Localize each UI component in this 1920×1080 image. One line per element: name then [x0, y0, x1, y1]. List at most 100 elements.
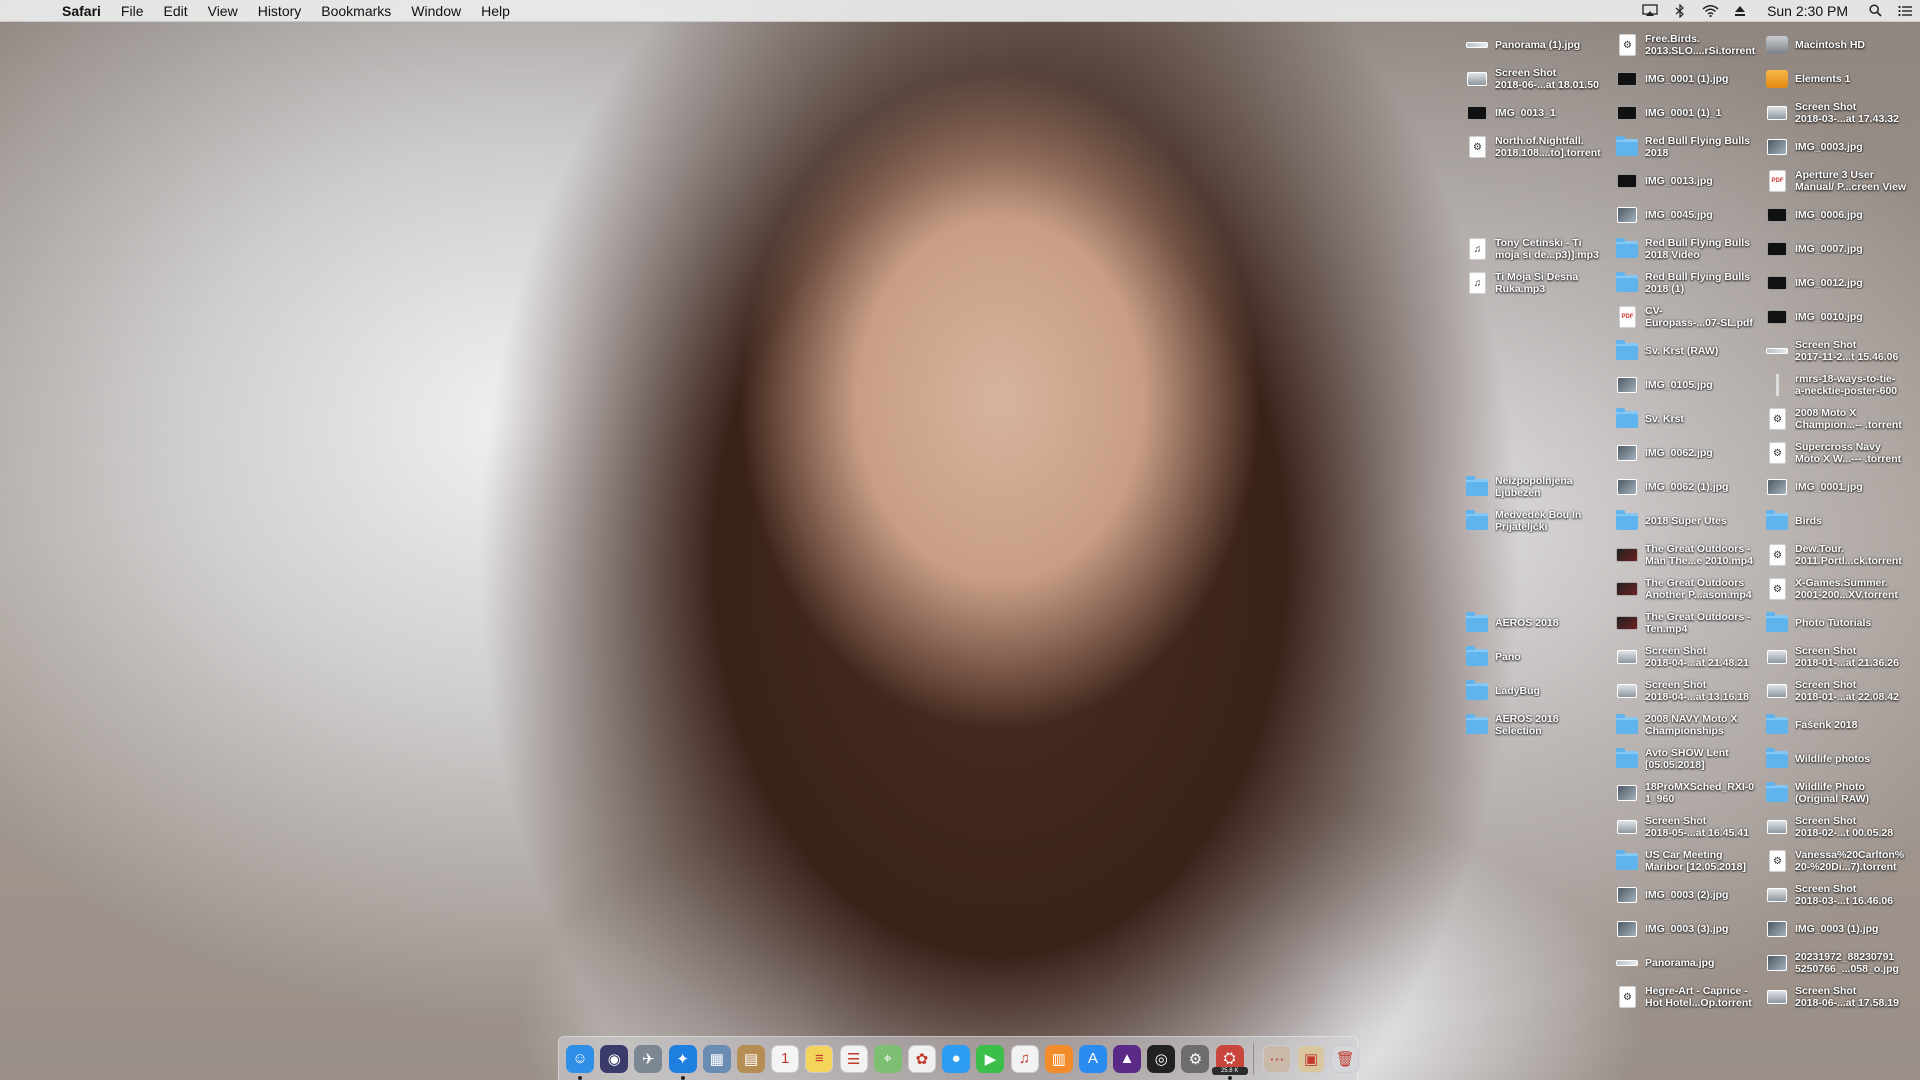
desktop-icon[interactable]: Macintosh HD — [1766, 30, 1916, 60]
wifi-icon[interactable] — [1695, 0, 1725, 22]
system-preferences-icon[interactable]: ⚙ — [1181, 1044, 1210, 1073]
photos-icon[interactable]: ✿ — [907, 1044, 936, 1073]
desktop-icon[interactable]: The Great Outdoors - Man The...e 2010.mp… — [1616, 540, 1766, 570]
menu-file[interactable]: File — [111, 0, 154, 22]
notification-center-icon[interactable] — [1890, 0, 1920, 22]
desktop-icon[interactable]: Wildlife photos — [1766, 744, 1916, 774]
aperture-icon[interactable]: ◎ — [1147, 1044, 1176, 1073]
desktop-icon[interactable]: ⚙ Dew.Tour. 2011.Portl...ck.torrent — [1766, 540, 1916, 570]
desktop-icon[interactable]: IMG_0010.jpg — [1766, 302, 1916, 332]
desktop-icon[interactable]: The Great Outdoors Another P...ason.mp4 — [1616, 574, 1766, 604]
desktop-icon[interactable]: Screen Shot 2018-04-...at 13.16.18 — [1616, 676, 1766, 706]
desktop-icon[interactable]: 2018 Super Utes — [1616, 506, 1766, 536]
facetime-icon[interactable]: ▶ — [976, 1044, 1005, 1073]
safari-icon[interactable]: ✦ — [668, 1044, 697, 1080]
preview-icon[interactable]: ▦ — [702, 1044, 731, 1073]
desktop-icon[interactable]: Screen Shot 2018-01-...at 22.08.42 — [1766, 676, 1916, 706]
desktop-icon[interactable]: Elements 1 — [1766, 64, 1916, 94]
desktop-icon[interactable]: IMG_0062.jpg — [1616, 438, 1766, 468]
desktop-icon[interactable]: Screen Shot 2018-03-...t 16.46.06 — [1766, 880, 1916, 910]
menu-history[interactable]: History — [248, 0, 312, 22]
ibooks-icon[interactable]: ▥ — [1044, 1044, 1073, 1073]
menu-edit[interactable]: Edit — [153, 0, 197, 22]
desktop-icon[interactable]: Photo Tutorials — [1766, 608, 1916, 638]
desktop-icon[interactable]: IMG_0001 (1)_1 — [1616, 98, 1766, 128]
spotlight-search-icon[interactable] — [1860, 0, 1890, 22]
itunes-icon[interactable]: ♫ — [1010, 1044, 1039, 1073]
desktop-icon[interactable]: Screen Shot 2018-04-...at 21.48.21 — [1616, 642, 1766, 672]
desktop-icon[interactable]: Pano — [1466, 642, 1616, 672]
desktop-icon[interactable]: IMG_0001 (1).jpg — [1616, 64, 1766, 94]
desktop-icon[interactable]: Sv. Krst (RAW) — [1616, 336, 1766, 366]
desktop-icon[interactable]: Neizpopolnjena Ljubezen — [1466, 472, 1616, 502]
notes-icon[interactable]: ≡ — [805, 1044, 834, 1073]
desktop-icon[interactable]: IMG_0003.jpg — [1766, 132, 1916, 162]
desktop-icon[interactable]: Birds — [1766, 506, 1916, 536]
bluetooth-icon[interactable] — [1665, 0, 1695, 22]
menu-window[interactable]: Window — [401, 0, 471, 22]
desktop-icon[interactable]: Screen Shot 2017-11-2...t 15.46.06 — [1766, 336, 1916, 366]
desktop-icon[interactable]: LadyBug — [1466, 676, 1616, 706]
siri-icon[interactable]: ◉ — [600, 1044, 629, 1073]
desktop-icon[interactable]: The Great Outdoors - Ten.mp4 — [1616, 608, 1766, 638]
desktop-icon[interactable]: IMG_0003 (3).jpg — [1616, 914, 1766, 944]
desktop-icon[interactable]: IMG_0007.jpg — [1766, 234, 1916, 264]
menu-clock[interactable]: Sun 2:30 PM — [1755, 3, 1860, 19]
desktop-icon[interactable]: ⚙ X-Games.Summer. 2001-200...XV.torrent — [1766, 574, 1916, 604]
desktop-icon[interactable]: ⚙ Hegre-Art - Caprice - Hot Hotel...Op.to… — [1616, 982, 1766, 1012]
desktop-icon[interactable]: IMG_0003 (2).jpg — [1616, 880, 1766, 910]
menu-app-safari[interactable]: Safari — [52, 0, 111, 22]
finder-icon[interactable]: ☺ — [566, 1044, 595, 1080]
menu-help[interactable]: Help — [471, 0, 520, 22]
calendar-icon[interactable]: 1 — [771, 1044, 800, 1073]
desktop-icon[interactable]: Panorama.jpg — [1616, 948, 1766, 978]
eject-icon[interactable] — [1725, 0, 1755, 22]
desktop-icon[interactable]: Screen Shot 2018-02-...t 00.05.28 — [1766, 812, 1916, 842]
transmission-icon[interactable]: ⛭ 25.8 K — [1211, 1044, 1248, 1080]
desktop-icon[interactable]: Panorama (1).jpg — [1466, 30, 1616, 60]
desktop-icon[interactable]: Screen Shot 2018-06-...at 18.01.50 — [1466, 64, 1616, 94]
desktop-icon[interactable]: Red Bull Flying Bulls 2018 Video — [1616, 234, 1766, 264]
desktop-icon[interactable]: IMG_0013_1 — [1466, 98, 1616, 128]
desktop-icon[interactable]: IMG_0006.jpg — [1766, 200, 1916, 230]
desktop-icon[interactable]: AEROS 2018 — [1466, 608, 1616, 638]
desktop-icon[interactable]: ⚙ Vanessa%20Carlton% 20-%20Di...7).torren… — [1766, 846, 1916, 876]
desktop-icon[interactable]: IMG_0062 (1).jpg — [1616, 472, 1766, 502]
desktop-icon[interactable]: Screen Shot 2018-06-...at 17.58.19 — [1766, 982, 1916, 1012]
desktop-icon[interactable]: Screen Shot 2018-05-...at 16.45.41 — [1616, 812, 1766, 842]
trash-icon[interactable]: 🗑 — [1331, 1044, 1360, 1073]
desktop-icon[interactable]: IMG_0012.jpg — [1766, 268, 1916, 298]
desktop-icon[interactable]: Sv. Krst — [1616, 404, 1766, 434]
downloads-stack-icon[interactable]: ⋯ — [1262, 1044, 1291, 1073]
desktop-icon[interactable]: Red Bull Flying Bulls 2018 — [1616, 132, 1766, 162]
menu-view[interactable]: View — [198, 0, 248, 22]
desktop-icon[interactable]: IMG_0045.jpg — [1616, 200, 1766, 230]
desktop-icon[interactable]: Screen Shot 2018-01-...at 21.36.26 — [1766, 642, 1916, 672]
desktop-icon[interactable]: ⚙ Supercross Navy Moto X W...--- .torrent — [1766, 438, 1916, 468]
desktop-icon[interactable]: IMG_0013.jpg — [1616, 166, 1766, 196]
desktop-icon[interactable]: ⚙ 2008 Moto X Champion...-- .torrent — [1766, 404, 1916, 434]
menu-bookmarks[interactable]: Bookmarks — [311, 0, 401, 22]
desktop-icon[interactable]: 20231972_88230791 5250766_...058_o.jpg — [1766, 948, 1916, 978]
desktop-icon[interactable]: Screen Shot 2018-03-...at 17.43.32 — [1766, 98, 1916, 128]
documents-stack-icon[interactable]: ▣ — [1297, 1044, 1326, 1073]
desktop-icon[interactable]: Avto SHOW Lent [05.05.2018] — [1616, 744, 1766, 774]
desktop-icon[interactable]: Fašenk 2018 — [1766, 710, 1916, 740]
desktop-icon[interactable]: ♫ Tony Cetinski - Ti moja si de...p3)].mp… — [1466, 234, 1616, 264]
desktop-icon[interactable]: ♫ Ti Moja Si Desna Ruka.mp3 — [1466, 268, 1616, 298]
desktop-icon[interactable]: PDF Aperture 3 User Manual/ P...creen Vie… — [1766, 166, 1916, 196]
contacts-icon[interactable]: ▤ — [737, 1044, 766, 1073]
desktop-icon[interactable]: IMG_0001.jpg — [1766, 472, 1916, 502]
desktop-icon[interactable]: IMG_0003 (1).jpg — [1766, 914, 1916, 944]
maps-icon[interactable]: ⌖ — [873, 1044, 902, 1073]
desktop-icon[interactable]: US Car Meeting Maribor [12.05.2018] — [1616, 846, 1766, 876]
airplay-icon[interactable] — [1635, 0, 1665, 22]
desktop-icon[interactable]: rmrs-18-ways-to-tie- a-necktie-poster-60… — [1766, 370, 1916, 400]
affinity-photo-icon[interactable]: ▲ — [1113, 1044, 1142, 1073]
desktop-icon[interactable]: ⚙ North.of.Nightfall. 2018.108....to].tor… — [1466, 132, 1616, 162]
app-store-icon[interactable]: A — [1078, 1044, 1107, 1073]
desktop-icon[interactable]: Wildlife Photo (Original RAW) — [1766, 778, 1916, 808]
desktop-icon[interactable]: ⚙ Free.Birds. 2013.SLO....rSi.torrent — [1616, 30, 1766, 60]
desktop-icon[interactable]: Medvedek Bou In Prijateljčki — [1466, 506, 1616, 536]
launchpad-icon[interactable]: ✈ — [634, 1044, 663, 1073]
